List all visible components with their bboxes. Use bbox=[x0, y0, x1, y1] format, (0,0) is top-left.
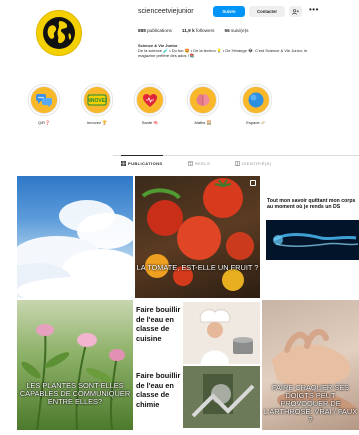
highlight-circle bbox=[30, 86, 58, 114]
tab-label: PUBLICATIONS bbox=[128, 161, 163, 166]
highlight-label: Q/R❓ bbox=[37, 120, 51, 125]
post-xray-meme[interactable]: Tout mon savoir quittant mon corps au mo… bbox=[262, 176, 359, 298]
highlight-label: Espace 🪐 bbox=[246, 120, 266, 125]
carousel-icon bbox=[250, 180, 256, 186]
chat-bubbles-icon bbox=[36, 94, 52, 107]
stat-followers[interactable]: 11,9 k followers bbox=[182, 28, 215, 33]
reels-icon bbox=[188, 161, 193, 166]
clouds-image bbox=[17, 200, 133, 298]
add-user-icon bbox=[292, 8, 299, 15]
highlight-espace[interactable]: Espace 🪐 bbox=[239, 86, 273, 125]
post-caption-top: Faire bouillir de l'eau en classe de cui… bbox=[136, 305, 181, 343]
tab-publications[interactable]: PUBLICATIONS bbox=[121, 155, 163, 166]
post-clouds[interactable] bbox=[17, 176, 133, 298]
explosion-image bbox=[183, 366, 260, 428]
profile-stats: 888 publications 11,9 k followers 56 sui… bbox=[138, 28, 248, 33]
tagged-icon bbox=[235, 161, 240, 166]
post-fingers[interactable]: FAIRE CRAQUER SES DOIGTS PEUT PROVOQUER … bbox=[262, 300, 359, 430]
post-boiling-meme[interactable]: Faire bouillir de l'eau en classe de cui… bbox=[135, 300, 260, 430]
innovez-badge-icon: INNOVEZ bbox=[87, 94, 107, 106]
highlight-qr[interactable]: Q/R❓ bbox=[27, 86, 61, 125]
profile-username: scienceetviejunior bbox=[138, 8, 194, 15]
profile-bio: Science & Vie Junior De la science 🧪 • D… bbox=[138, 43, 359, 58]
suggested-users-button[interactable] bbox=[289, 6, 302, 17]
planet-icon bbox=[248, 92, 264, 108]
highlight-circle: INNOVEZ bbox=[83, 86, 111, 114]
follow-button[interactable]: Suivre bbox=[213, 6, 245, 17]
svg-text:INNOVEZ: INNOVEZ bbox=[87, 98, 107, 104]
brain-icon bbox=[196, 93, 210, 106]
post-caption: Tout mon savoir quittant mon corps au mo… bbox=[267, 198, 356, 211]
highlight-sante[interactable]: Santé 🧠 bbox=[133, 86, 167, 125]
post-plants[interactable]: LES PLANTES SONT-ELLES CAPABLES DE COMMU… bbox=[17, 300, 133, 430]
bio-line-2: magazine préféré des ados ! 📚 bbox=[138, 53, 195, 58]
highlight-label: Santé 🧠 bbox=[141, 120, 159, 125]
post-tomato[interactable]: LA TOMATE, EST-ELLE UN FRUIT ? bbox=[135, 176, 260, 298]
contact-button[interactable]: Contacter bbox=[249, 6, 285, 17]
highlight-circle bbox=[189, 86, 217, 114]
xray-image bbox=[266, 220, 359, 260]
highlight-innovez[interactable]: INNOVEZ Innovez 🏆 bbox=[80, 86, 114, 125]
highlight-label: Maths 🧮 bbox=[194, 120, 212, 125]
stat-publications: 888 publications bbox=[138, 28, 172, 33]
post-caption-bottom: Faire bouillir de l'eau en classe de chi… bbox=[136, 371, 181, 409]
stat-following[interactable]: 56 suivi(e)s bbox=[225, 28, 249, 33]
tomatoes-image bbox=[141, 178, 254, 291]
highlight-maths[interactable]: Maths 🧮 bbox=[186, 86, 220, 125]
tab-label: REELS bbox=[195, 161, 211, 166]
highlight-circle bbox=[242, 86, 270, 114]
more-options-button[interactable]: ••• bbox=[309, 5, 319, 14]
tab-tagged[interactable]: IDENTIFIÉ(E) bbox=[235, 161, 271, 166]
post-caption: FAIRE CRAQUER SES DOIGTS PEUT PROVOQUER … bbox=[263, 383, 358, 424]
tab-label: IDENTIFIÉ(E) bbox=[242, 161, 272, 166]
highlight-label: Innovez 🏆 bbox=[86, 120, 108, 125]
highlight-circle bbox=[136, 86, 164, 114]
heart-icon bbox=[143, 93, 157, 107]
chef-image bbox=[183, 302, 260, 364]
post-caption: LES PLANTES SONT-ELLES CAPABLES DE COMMU… bbox=[19, 381, 131, 406]
globe-logo-icon bbox=[43, 17, 75, 49]
grid-icon bbox=[121, 161, 126, 166]
profile-avatar[interactable] bbox=[36, 10, 82, 56]
tab-reels[interactable]: REELS bbox=[188, 161, 210, 166]
post-caption: LA TOMATE, EST-ELLE UN FRUIT ? bbox=[136, 263, 259, 272]
plants-image bbox=[21, 324, 125, 430]
